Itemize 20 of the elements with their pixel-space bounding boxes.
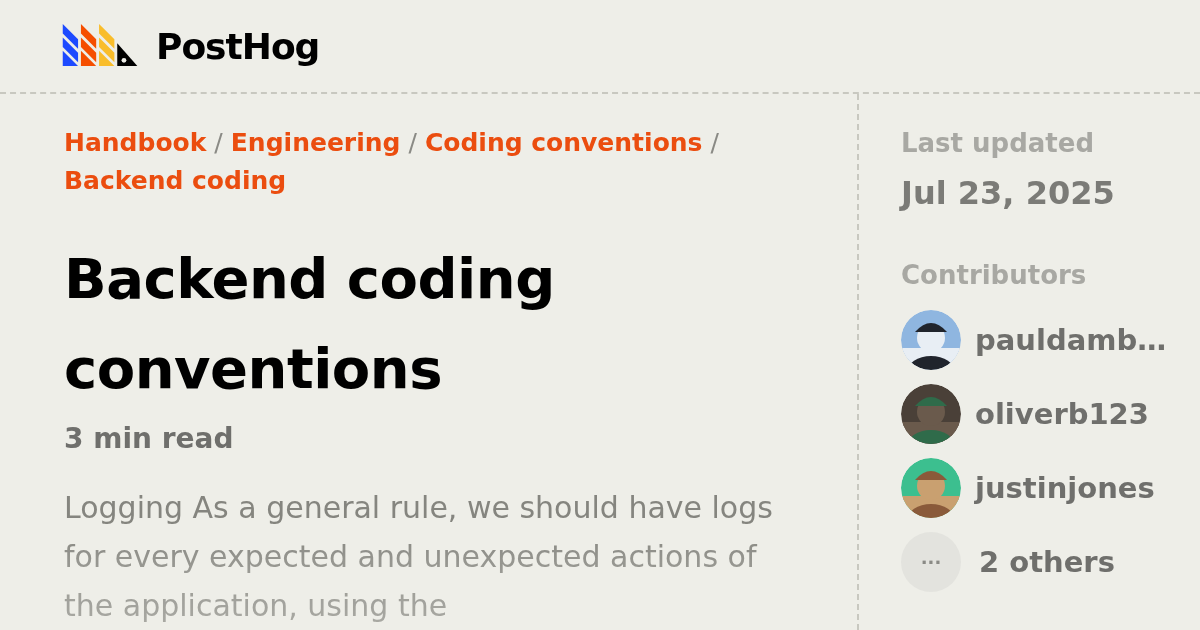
contributor-name[interactable]: pauldamb… bbox=[975, 323, 1167, 357]
breadcrumb-separator: / bbox=[214, 127, 223, 159]
contributors-label: Contributors bbox=[901, 260, 1088, 290]
others-count: 2 others bbox=[979, 545, 1115, 579]
breadcrumb-link[interactable]: Backend coding bbox=[64, 162, 287, 200]
breadcrumb-link[interactable]: Engineering bbox=[230, 124, 401, 162]
logo-icon bbox=[62, 24, 140, 68]
breadcrumb-separator: / bbox=[408, 127, 417, 159]
more-contributors-button[interactable]: ··· bbox=[901, 532, 961, 592]
read-time: 3 min read bbox=[64, 422, 235, 455]
breadcrumb-link[interactable]: Coding conventions bbox=[424, 124, 703, 162]
excerpt-text: Logging As a general rule, we should have logs for every expected and unexpected actions of the application, using the bbox=[64, 489, 774, 625]
logo-text[interactable]: PostHog bbox=[156, 25, 320, 67]
breadcrumb-link[interactable]: Handbook bbox=[64, 124, 207, 162]
contributor-name[interactable]: oliverb123 bbox=[975, 397, 1149, 431]
contributor-name[interactable]: justinjones bbox=[975, 471, 1155, 505]
page-title: Backend coding conventions bbox=[64, 245, 556, 403]
last-updated-label: Last updated bbox=[901, 128, 1096, 158]
updated-date: Jul 23, 2025 bbox=[901, 174, 1116, 212]
breadcrumb-separator: / bbox=[710, 127, 719, 159]
